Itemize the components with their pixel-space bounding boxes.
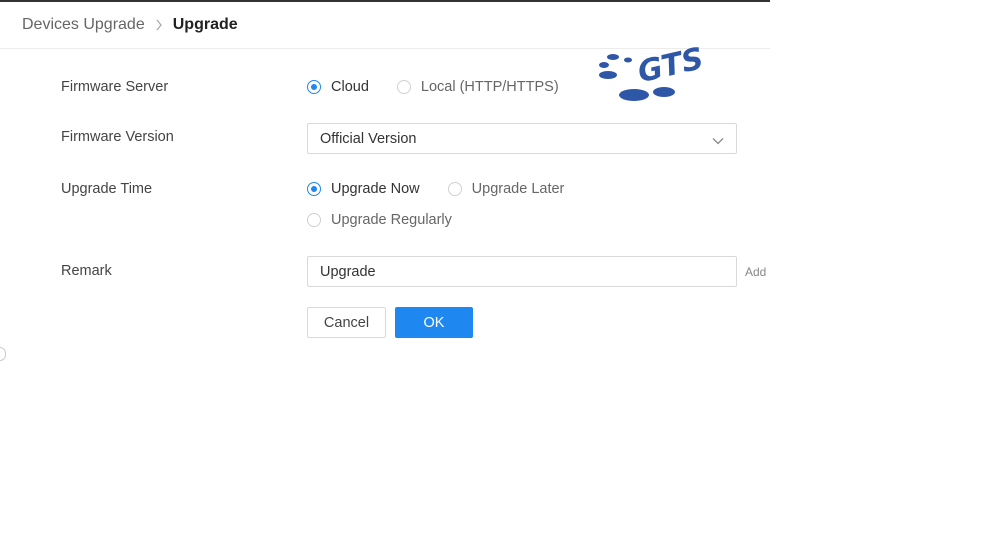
radio-upgrade-regularly[interactable]: Upgrade Regularly	[307, 212, 452, 228]
upgrade-time-radio-group: Upgrade Now Upgrade Later	[307, 181, 564, 197]
breadcrumb: Devices Upgrade Upgrade	[22, 16, 238, 34]
chevron-down-icon	[712, 133, 724, 149]
firmware-server-radio-group: Cloud Local (HTTP/HTTPS)	[307, 79, 559, 95]
upgrade-time-label: Upgrade Time	[61, 181, 153, 197]
radio-local-http-indicator[interactable]	[396, 80, 411, 94]
radio-upgrade-later-label: Upgrade Later	[471, 181, 565, 197]
gts-logo: GTS	[599, 41, 707, 101]
radio-local-http-label: Local (HTTP/HTTPS)	[420, 79, 559, 95]
radio-cloud-indicator[interactable]	[307, 80, 321, 94]
page-title: Upgrade	[172, 16, 238, 33]
breadcrumb-devices-upgrade[interactable]: Devices Upgrade	[22, 16, 145, 34]
radio-upgrade-now-label: Upgrade Now	[331, 181, 420, 197]
upgrade-page: Devices Upgrade Upgrade Firmware Server …	[0, 0, 991, 557]
cancel-button[interactable]: Cancel	[307, 307, 386, 338]
radio-upgrade-later[interactable]: Upgrade Later	[447, 181, 565, 197]
remark-value: Upgrade	[320, 263, 376, 280]
firmware-server-label: Firmware Server	[61, 79, 169, 95]
logo-text: GTS	[635, 41, 707, 90]
upgrade-time-radio-group-2: Upgrade Regularly	[307, 212, 452, 228]
firmware-version-select[interactable]: Official Version	[307, 123, 737, 154]
chevron-right-icon	[155, 19, 163, 31]
firmware-version-label: Firmware Version	[61, 129, 174, 145]
radio-upgrade-regularly-label: Upgrade Regularly	[331, 212, 452, 228]
remark-label: Remark	[61, 263, 112, 279]
radio-upgrade-regularly-indicator[interactable]	[307, 213, 321, 227]
radio-upgrade-now[interactable]: Upgrade Now	[307, 181, 420, 197]
radio-cloud[interactable]: Cloud	[307, 79, 369, 95]
ok-button[interactable]: OK	[395, 307, 473, 338]
add-remark-link[interactable]: Add	[745, 265, 766, 279]
radio-upgrade-now-indicator[interactable]	[307, 182, 321, 196]
radio-upgrade-later-indicator[interactable]	[447, 182, 462, 196]
remark-input[interactable]: Upgrade	[307, 256, 737, 287]
radio-local-http[interactable]: Local (HTTP/HTTPS)	[396, 79, 559, 95]
radio-cloud-label: Cloud	[331, 79, 369, 95]
edge-handle	[0, 347, 6, 361]
firmware-version-value: Official Version	[320, 130, 417, 147]
